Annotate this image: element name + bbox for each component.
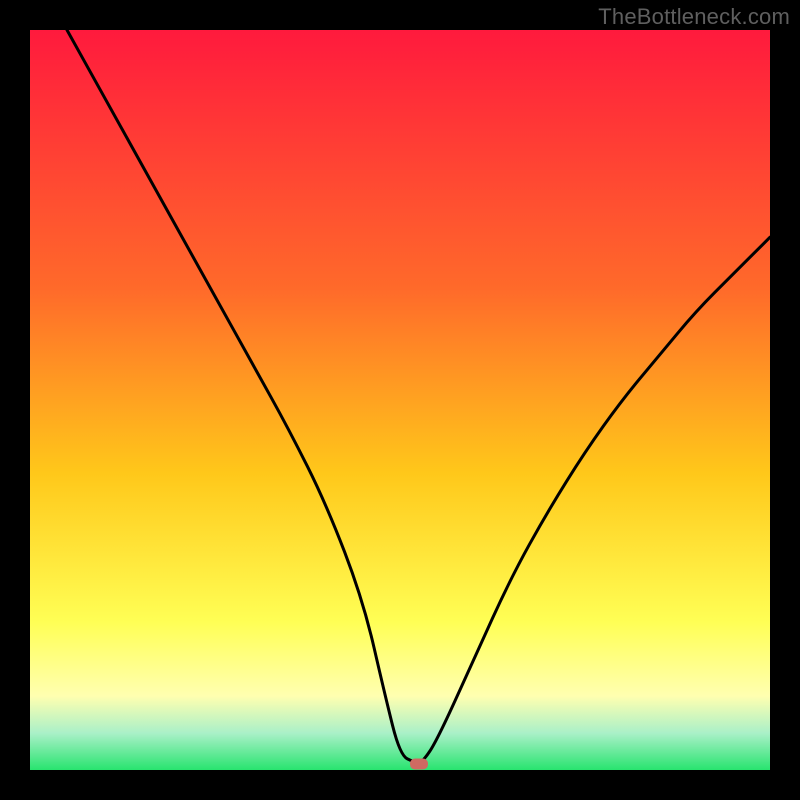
optimal-point-marker — [410, 759, 428, 770]
plot-area — [30, 30, 770, 770]
chart-frame: TheBottleneck.com — [0, 0, 800, 800]
watermark-text: TheBottleneck.com — [598, 4, 790, 30]
bottleneck-curve-svg — [30, 30, 770, 770]
bottleneck-curve-line — [67, 30, 770, 763]
